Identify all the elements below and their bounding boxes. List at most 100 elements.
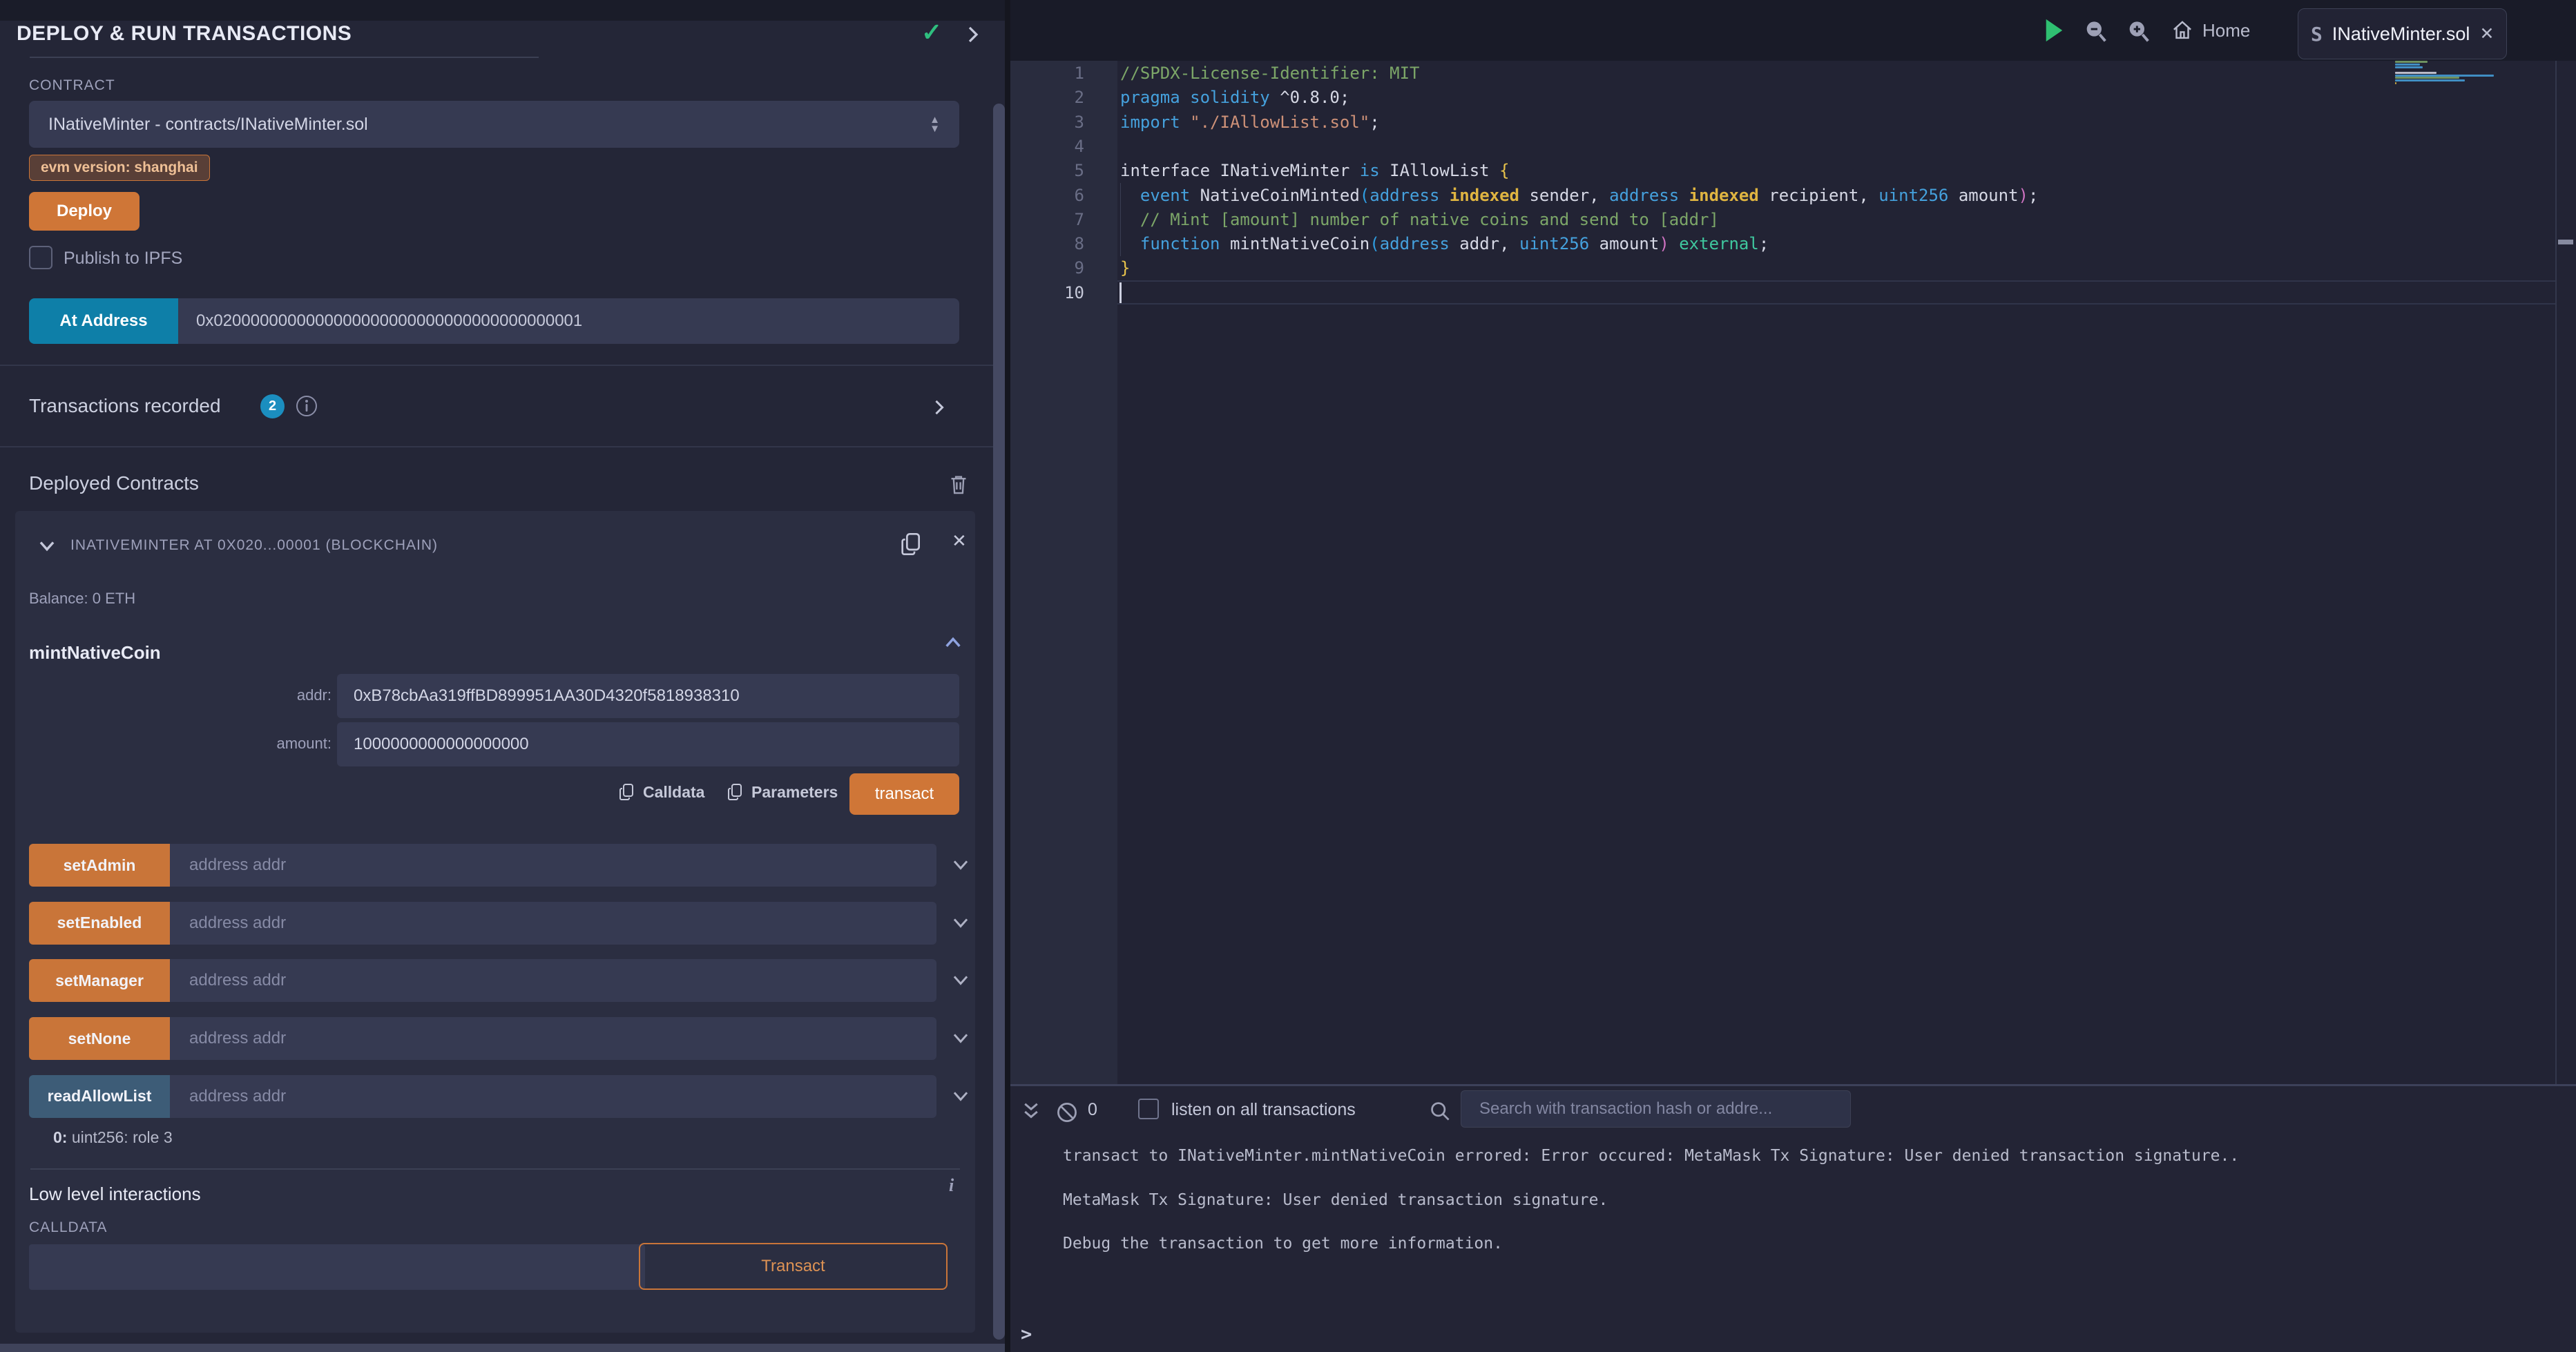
copy-address-icon[interactable] (899, 530, 924, 558)
parameters-copy-label: Parameters (751, 783, 838, 802)
input-placeholder: address addr (189, 856, 286, 875)
param-input-amount[interactable]: 1000000000000000000 (337, 722, 959, 766)
overview-ruler-cursor-mark (2558, 240, 2573, 244)
param-label: addr: (297, 686, 331, 704)
minimap-line (2395, 82, 2396, 84)
function-name: mintNativeCoin (29, 642, 161, 664)
expand-function-chevron-icon[interactable] (949, 970, 972, 991)
line-number: 8 (1010, 231, 1084, 256)
line-content: import "./IAllowList.sol"; (1120, 110, 1380, 135)
transact-button[interactable]: transact (849, 773, 959, 815)
code-line-5: 5interface INativeMinter is IAllowList { (1010, 158, 2555, 183)
calldata-input[interactable] (29, 1244, 645, 1290)
line-number: 7 (1010, 207, 1084, 232)
publish-ipfs-label: Publish to IPFS (64, 249, 182, 269)
low-level-transact-button[interactable]: Transact (639, 1243, 948, 1290)
function-row-setEnabled: setEnabledaddress addr (29, 902, 961, 945)
deploy-button[interactable]: Deploy (29, 192, 140, 231)
clear-console-icon[interactable] (1056, 1101, 1078, 1123)
terminal-panel: 0 listen on all transactions transact to… (1010, 1084, 2576, 1352)
info-icon[interactable] (295, 394, 318, 418)
expand-function-chevron-icon[interactable] (949, 1028, 972, 1049)
code-editor[interactable]: 1//SPDX-License-Identifier: MIT2pragma s… (1010, 61, 2576, 1084)
tab-inativeminter-sol[interactable]: S INativeMinter.sol ✕ (2298, 8, 2507, 59)
param-row: amount: 1000000000000000000 (15, 722, 975, 766)
setAdmin-input[interactable]: address addr (170, 844, 936, 887)
panel-scrollbar[interactable] (993, 104, 1005, 1340)
param-input-addr[interactable]: 0xB78cbAa319ffBD899951AA30D4320f58189383… (337, 674, 959, 718)
contract-select[interactable]: INativeMinter - contracts/INativeMinter.… (29, 101, 959, 148)
parameters-copy-button[interactable]: Parameters (727, 782, 838, 802)
terminal-collapse-icon[interactable] (1019, 1101, 1043, 1122)
input-placeholder: address addr (189, 1087, 286, 1106)
setEnabled-input[interactable]: address addr (170, 902, 936, 945)
info-icon[interactable]: i (949, 1175, 954, 1196)
at-address-value: 0x02000000000000000000000000000000000000… (196, 311, 582, 331)
panel-expand-chevron-icon[interactable] (963, 21, 983, 48)
line-number: 6 (1010, 183, 1084, 208)
listen-transactions-checkbox[interactable] (1138, 1099, 1159, 1119)
tab-home-label: Home (2202, 20, 2250, 41)
minimap-line (2395, 64, 2420, 66)
terminal-message: Debug the transaction to get more inform… (1063, 1235, 1503, 1253)
tab-home[interactable]: Home (2171, 12, 2250, 48)
setManager-button[interactable]: setManager (29, 959, 170, 1002)
expand-function-chevron-icon[interactable] (949, 855, 972, 876)
tab-file-label: INativeMinter.sol (2332, 23, 2470, 45)
readAllowList-button[interactable]: readAllowList (29, 1075, 170, 1118)
line-content: event NativeCoinMinted(address indexed s… (1120, 183, 2038, 208)
minimap-line (2395, 79, 2465, 81)
zoom-out-icon[interactable] (2082, 18, 2110, 46)
panel-divider[interactable] (1005, 0, 1010, 1352)
line-number: 1 (1010, 61, 1084, 86)
setNone-input[interactable]: address addr (170, 1017, 936, 1060)
at-address-button[interactable]: At Address (29, 298, 178, 344)
line-number: 10 (1010, 280, 1084, 305)
overview-ruler-border (2555, 61, 2557, 1084)
contract-collapse-chevron-icon[interactable] (35, 536, 59, 555)
param-label: amount: (277, 735, 332, 753)
editor-tab-bar: Home S INativeMinter.sol ✕ (1010, 0, 2576, 61)
expand-function-chevron-icon[interactable] (949, 913, 972, 934)
expand-function-chevron-icon[interactable] (949, 1086, 972, 1107)
zoom-in-icon[interactable] (2125, 18, 2153, 46)
code-line-4: 4 (1010, 134, 2555, 159)
tab-close-icon[interactable]: ✕ (2479, 23, 2494, 44)
readAllowList-input[interactable]: address addr (170, 1075, 936, 1118)
function-row-setAdmin: setAdmin address addr (29, 844, 961, 887)
setNone-button[interactable]: setNone (29, 1017, 170, 1060)
minimap-line (2395, 61, 2428, 63)
function-row-setManager: setManageraddress addr (29, 959, 961, 1002)
line-number: 9 (1010, 255, 1084, 280)
code-line-10: 10 (1010, 280, 2555, 305)
remove-contract-icon[interactable]: ✕ (952, 530, 967, 552)
line-content: function mintNativeCoin(address addr, ui… (1120, 231, 1769, 256)
deployed-contract-title[interactable]: INATIVEMINTER AT 0X020...00001 (BLOCKCHA… (70, 537, 438, 554)
listen-transactions-label: listen on all transactions (1171, 1100, 1356, 1120)
minimap-line (2395, 72, 2436, 74)
input-placeholder: address addr (189, 1029, 286, 1048)
publish-ipfs-checkbox[interactable] (29, 246, 52, 269)
line-content: // Mint [amount] number of native coins … (1120, 207, 1719, 232)
deployed-contracts-header: Deployed Contracts (29, 472, 199, 494)
call-result: 0: uint256: role 3 (53, 1128, 173, 1147)
setManager-input[interactable]: address addr (170, 959, 936, 1002)
trash-icon[interactable] (948, 472, 970, 496)
function-collapse-chevron-icon[interactable] (941, 632, 965, 652)
at-address-input[interactable]: 0x02000000000000000000000000000000000000… (178, 298, 959, 344)
code-line-2: 2pragma solidity ^0.8.0; (1010, 85, 2555, 110)
code-line-7: 7 // Mint [amount] number of native coin… (1010, 207, 2555, 232)
code-line-6: 6 event NativeCoinMinted(address indexed… (1010, 183, 2555, 208)
calldata-copy-button[interactable]: Calldata (618, 782, 704, 802)
run-script-play-icon[interactable] (2041, 15, 2066, 46)
setAdmin-button[interactable]: setAdmin (29, 844, 170, 887)
terminal-prompt[interactable]: > (1021, 1324, 1032, 1345)
transactions-expand-chevron-icon[interactable] (930, 396, 949, 418)
setEnabled-button[interactable]: setEnabled (29, 902, 170, 945)
terminal-search-input[interactable] (1461, 1090, 1851, 1128)
terminal-message: MetaMask Tx Signature: User denied trans… (1063, 1191, 1608, 1209)
line-content: pragma solidity ^0.8.0; (1120, 85, 1349, 110)
editor-minimap[interactable] (2395, 61, 2555, 1084)
panel-bottom-scrollbar[interactable] (0, 1344, 1008, 1352)
panel-title: DEPLOY & RUN TRANSACTIONS (17, 22, 352, 46)
